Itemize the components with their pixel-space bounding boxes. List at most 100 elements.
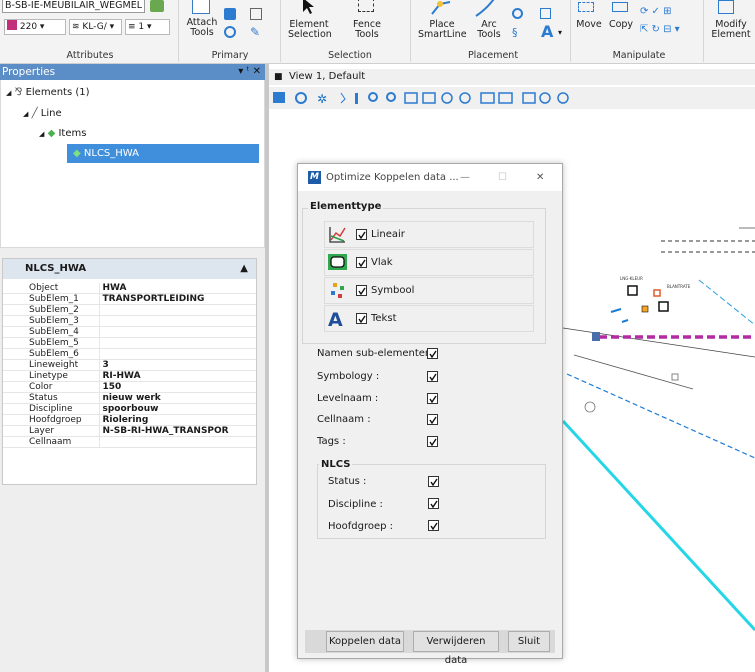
shape-icon <box>328 254 347 270</box>
blue-tick <box>621 319 629 323</box>
copy-icon[interactable] <box>612 2 628 12</box>
vlak-label: Vlak <box>371 257 393 268</box>
text-icon: A <box>328 309 343 329</box>
status-checkbox[interactable] <box>428 476 439 487</box>
property-row[interactable]: Object HWA <box>3 283 256 294</box>
symbool-checkbox[interactable] <box>356 285 367 296</box>
arc-icon[interactable] <box>474 0 498 18</box>
collapse-chevron-icon[interactable]: ▲ <box>240 259 248 279</box>
blue-dashed-line <box>566 373 755 459</box>
app-logo-icon: M <box>308 171 321 184</box>
dialog-title-bar[interactable]: M Optimize Koppelen data ... — ☐ ✕ <box>298 164 562 191</box>
active-level-combo[interactable]: B-SB-IE-MEUBILAIR_WEGMEL ▾ <box>2 0 145 13</box>
primary-tool-icon-3[interactable] <box>250 8 262 20</box>
rotate-icon[interactable]: ⟳ ✓ ⊞ <box>640 6 672 17</box>
nlcs-label-discipline: Discipline : <box>328 499 383 510</box>
tree-item-items[interactable]: ◢ ◆ Items <box>39 127 86 141</box>
nlcs-label-status: Status : <box>328 476 367 487</box>
view-menu-icon[interactable]: ■ <box>274 69 283 85</box>
property-row[interactable]: SubElem_3 <box>3 315 256 327</box>
color-combo[interactable]: 220 ▾ <box>4 19 66 35</box>
symbology-checkbox[interactable] <box>427 371 438 382</box>
collapse-arrow-icon[interactable]: ◢ <box>39 130 44 138</box>
elementtype-row-vlak: Vlak <box>324 249 534 276</box>
primary-tool-icon-4[interactable]: ✎ <box>250 26 262 38</box>
cellnaam-checkbox[interactable] <box>427 414 438 425</box>
tekst-checkbox[interactable] <box>356 313 367 324</box>
move-icon[interactable] <box>578 2 594 12</box>
property-row[interactable]: Discipline spoorbouw <box>3 403 256 415</box>
tree-item-line[interactable]: ◢ ╱ Line <box>23 107 62 121</box>
primary-tool-icon-1[interactable] <box>224 8 236 20</box>
modify-element-icon[interactable] <box>718 0 734 14</box>
primary-tool-icon-2[interactable] <box>224 26 236 38</box>
copy-button[interactable]: Copy <box>606 20 636 30</box>
view-tools-icons[interactable]: ✲ <box>271 90 591 106</box>
sluit-button[interactable]: Sluit <box>508 631 550 652</box>
property-key: Discipline <box>3 403 100 415</box>
minimize-button[interactable]: — <box>460 164 470 191</box>
symbol-circle <box>584 401 596 413</box>
property-row[interactable]: Color 150 <box>3 381 256 393</box>
line-style-combo[interactable]: ≋ KL-G/ ▾ <box>69 19 122 35</box>
tags-checkbox[interactable] <box>427 436 438 447</box>
symbol-orange <box>641 305 649 313</box>
property-row[interactable]: Hoofdgroep Riolering <box>3 414 256 426</box>
place-smartline-button[interactable]: Place SmartLine <box>418 20 467 40</box>
property-row[interactable]: Status nieuw werk <box>3 392 256 404</box>
cursor-arrow-icon[interactable] <box>302 0 314 14</box>
maximize-button[interactable]: ☐ <box>498 164 507 191</box>
ribbon-separator <box>410 0 411 62</box>
level-manager-icon[interactable] <box>150 0 164 12</box>
circle-tool-icon[interactable] <box>512 8 523 19</box>
property-row[interactable]: Linetype RI-HWA <box>3 370 256 382</box>
text-tool-dropdown-icon[interactable]: ▾ <box>558 28 562 37</box>
line-weight-combo[interactable]: ≡ 1 ▾ <box>125 19 170 35</box>
collapse-arrow-icon[interactable]: ◢ <box>23 110 28 118</box>
lineair-checkbox[interactable] <box>356 229 367 240</box>
point-tool-icon[interactable] <box>540 8 551 19</box>
property-row[interactable]: SubElem_6 <box>3 348 256 360</box>
panel-pin-close-controls[interactable]: ▾ ᵗ ✕ <box>238 64 261 80</box>
koppelen-data-button[interactable]: Koppelen data <box>326 631 404 652</box>
elementtype-heading: Elementtype <box>308 201 384 213</box>
verwijderen-data-button[interactable]: Verwijderen data <box>413 631 499 666</box>
property-grid: Object HWA SubElem_1 TRANSPORTLEIDING SubEle… <box>3 283 256 448</box>
tree-item-elements[interactable]: ◢ ⅋ Elements (1) <box>6 86 90 100</box>
items-icon: ◆ <box>73 148 81 159</box>
move-button[interactable]: Move <box>574 20 604 30</box>
property-value: 150 <box>99 381 256 393</box>
namen-sub-elementen-checkbox[interactable] <box>427 348 438 359</box>
property-row[interactable]: SubElem_2 <box>3 304 256 316</box>
attach-tools-button[interactable]: Attach Tools <box>184 18 220 38</box>
ellipse-tool-icon[interactable]: § <box>512 26 518 39</box>
attach-tools-icon[interactable] <box>192 0 210 14</box>
discipline-checkbox[interactable] <box>428 498 439 509</box>
modify-element-button[interactable]: Modify Element <box>708 20 754 40</box>
property-row[interactable]: Cellnaam <box>3 436 256 448</box>
symbol-icon <box>331 283 344 298</box>
property-row[interactable]: Lineweight 3 <box>3 359 256 371</box>
property-row[interactable]: Layer N-SB-RI-HWA_TRANSPOR <box>3 425 256 437</box>
smartline-icon[interactable] <box>430 0 452 16</box>
collapse-arrow-icon[interactable]: ◢ <box>6 89 11 97</box>
element-selection-button[interactable]: Element Selection <box>288 20 332 40</box>
tree-item-nlcs-hwa[interactable]: ◆ NLCS_HWA <box>67 144 259 163</box>
scale-icon[interactable]: ⇱ ↻ ⊟ ▾ <box>640 24 680 35</box>
vlak-checkbox[interactable] <box>356 257 367 268</box>
fence-tools-button[interactable]: Fence Tools <box>344 20 390 40</box>
property-key: Layer <box>3 425 100 437</box>
text-tool-button[interactable]: A <box>541 22 553 41</box>
property-row[interactable]: SubElem_1 TRANSPORTLEIDING <box>3 293 256 305</box>
property-row[interactable]: SubElem_5 <box>3 337 256 349</box>
item-panel-header[interactable]: NLCS_HWA ▲ <box>3 259 256 279</box>
property-value: spoorbouw <box>99 403 256 415</box>
levelnaam-checkbox[interactable] <box>427 393 438 404</box>
arc-tools-button[interactable]: Arc Tools <box>470 20 508 40</box>
hoofdgroep-checkbox[interactable] <box>428 520 439 531</box>
group-label-manipulate: Manipulate <box>612 50 666 61</box>
optimize-dialog: M Optimize Koppelen data ... — ☐ ✕ Eleme… <box>297 163 563 666</box>
fence-icon[interactable] <box>358 0 374 12</box>
close-button[interactable]: ✕ <box>536 164 544 191</box>
property-row[interactable]: SubElem_4 <box>3 326 256 338</box>
